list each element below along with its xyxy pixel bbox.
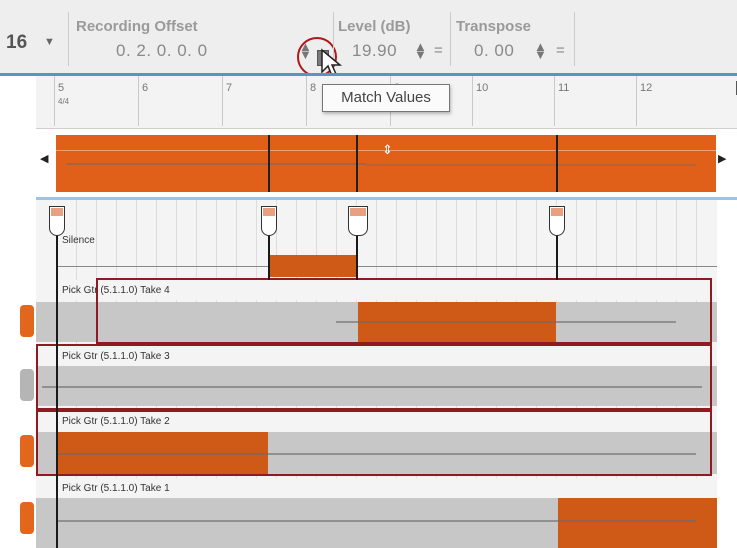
transpose-value[interactable]: 0. 00 bbox=[474, 41, 514, 61]
time-signature: 4/4 bbox=[58, 97, 70, 106]
bar-number-8: 8 bbox=[310, 82, 317, 94]
take-1-lane-handle[interactable] bbox=[20, 502, 34, 534]
divider bbox=[574, 12, 575, 66]
bar-number-5: 5 bbox=[58, 82, 65, 94]
transpose-label: Transpose bbox=[456, 18, 532, 35]
reset-equals-icon[interactable]: = bbox=[556, 42, 565, 59]
recording-offset-label: Recording Offset bbox=[76, 18, 198, 35]
take-3-lane-handle[interactable] bbox=[20, 369, 34, 401]
silence-segment[interactable] bbox=[269, 255, 357, 277]
comp-marker-icon[interactable] bbox=[348, 206, 368, 236]
bar-number-12: 12 bbox=[640, 82, 653, 94]
comp-lanes: Silence Pick Gtr (5.1.1.0) Take 4 Pick G… bbox=[36, 200, 717, 548]
bar-number-10: 10 bbox=[476, 82, 489, 94]
inspector-info-line: 16 ▼ Recording Offset 0. 2. 0. 0. 0 ▲ ▼ L… bbox=[0, 0, 737, 78]
bar-number-6: 6 bbox=[142, 82, 149, 94]
scroll-right-icon[interactable]: ▶ bbox=[718, 152, 726, 165]
match-values-tooltip: Match Values bbox=[322, 84, 450, 112]
chevron-down-icon[interactable]: ▼ bbox=[44, 36, 55, 48]
take-4-selection-outline bbox=[96, 278, 712, 344]
take-3-selection-outline bbox=[36, 344, 712, 410]
take-2-selection-outline bbox=[36, 410, 712, 476]
bar-number-11: 11 bbox=[558, 82, 570, 94]
bar-number[interactable]: 16 bbox=[6, 32, 27, 54]
level-label: Level (dB) bbox=[338, 18, 411, 35]
divider bbox=[450, 12, 451, 66]
take-4-lane-handle[interactable] bbox=[20, 305, 34, 337]
audio-event[interactable]: ⇕ bbox=[56, 135, 716, 192]
comp-marker-icon[interactable] bbox=[49, 206, 65, 236]
comp-marker-icon[interactable] bbox=[549, 206, 565, 236]
reset-equals-icon[interactable]: = bbox=[434, 42, 443, 59]
recording-offset-value[interactable]: 0. 2. 0. 0. 0 bbox=[116, 41, 208, 61]
comp-marker-icon[interactable] bbox=[261, 206, 277, 236]
bar-number-7: 7 bbox=[226, 82, 233, 94]
up-down-spinner-icon[interactable]: ▲ ▼ bbox=[414, 40, 427, 61]
up-down-spinner-icon[interactable]: ▲ ▼ bbox=[534, 40, 547, 61]
silence-lane-label: Silence bbox=[62, 235, 95, 246]
level-value[interactable]: 19.90 bbox=[352, 41, 397, 61]
take-2-lane-handle[interactable] bbox=[20, 435, 34, 467]
scroll-left-icon[interactable]: ◀ bbox=[40, 152, 48, 165]
volume-handle-icon[interactable]: ⇕ bbox=[382, 142, 393, 158]
take-1-label: Pick Gtr (5.1.1.0) Take 1 bbox=[62, 483, 170, 494]
divider bbox=[68, 12, 69, 66]
take-1-selected-segment[interactable] bbox=[558, 498, 717, 548]
